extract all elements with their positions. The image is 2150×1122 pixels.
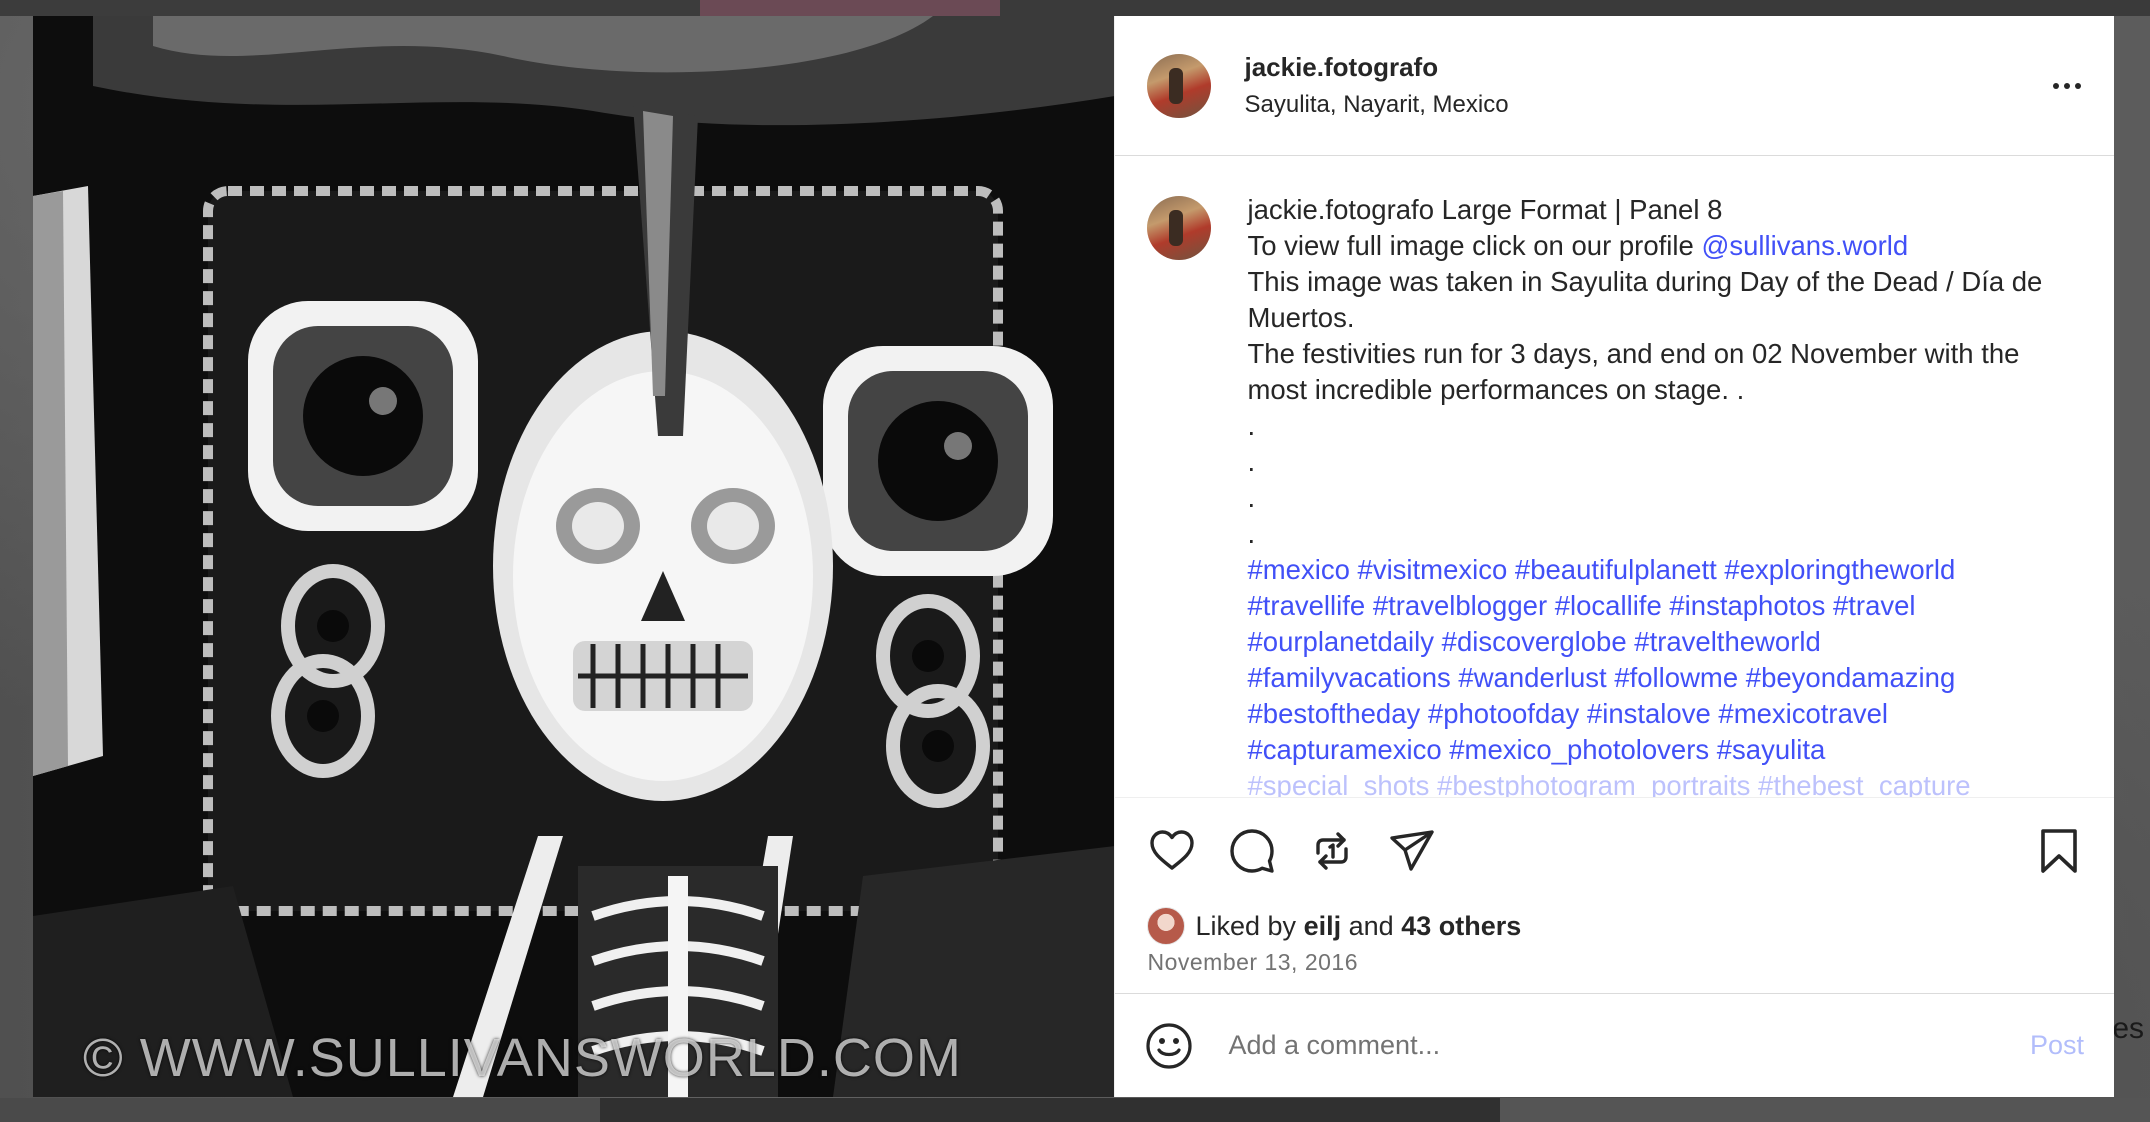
liker-avatar[interactable] bbox=[1147, 907, 1186, 945]
likes-others-link[interactable]: 43 others bbox=[1401, 911, 1521, 942]
caption-line-festivities: The festivities run for 3 days, and end … bbox=[1247, 338, 2020, 405]
likes-summary: Liked by eilj and 43 others bbox=[1115, 903, 2114, 949]
caption-dot: . bbox=[1247, 518, 1256, 549]
comment-input[interactable] bbox=[1226, 1029, 2030, 1062]
caption-line-location: This image was taken in Sayulita during … bbox=[1247, 266, 2043, 333]
post-side-panel: jackie.fotografo Sayulita, Nayarit, Mexi… bbox=[1114, 16, 2114, 1097]
hashtag-line[interactable]: #travellife #travelblogger #locallife #i… bbox=[1247, 588, 2047, 624]
post-location[interactable]: Sayulita, Nayarit, Mexico bbox=[1244, 91, 2042, 119]
caption-dot: . bbox=[1247, 482, 1256, 513]
mention-link[interactable]: @sullivans.world bbox=[1701, 230, 1908, 261]
heart-icon bbox=[1150, 829, 1195, 870]
likes-prefix: Liked by bbox=[1195, 910, 1297, 941]
repost-icon bbox=[1316, 831, 1349, 870]
post-caption: jackie.fotografo Large Format | Panel 8 … bbox=[1247, 192, 2047, 797]
photo-watermark: © WWW.SULLIVANSWORLD.COM bbox=[83, 1028, 962, 1088]
comment-button[interactable] bbox=[1227, 826, 1277, 876]
post-date[interactable]: November 13, 2016 bbox=[1115, 949, 2114, 993]
caption-author-avatar[interactable] bbox=[1147, 196, 1212, 260]
action-bar bbox=[1115, 798, 2114, 903]
author-username[interactable]: jackie.fotografo bbox=[1244, 52, 2042, 83]
hashtag-line[interactable]: #capturamexico #mexico_photolovers #sayu… bbox=[1247, 732, 2047, 768]
more-options-icon[interactable] bbox=[2042, 66, 2092, 106]
liker-username[interactable]: eilj bbox=[1304, 911, 1342, 942]
author-info: jackie.fotografo Sayulita, Nayarit, Mexi… bbox=[1244, 52, 2042, 119]
caption-dot: . bbox=[1247, 410, 1256, 441]
repost-button[interactable] bbox=[1307, 826, 1357, 876]
hashtag-line[interactable]: #bestoftheday #photoofday #instalove #me… bbox=[1247, 696, 2047, 732]
add-comment-row: Post bbox=[1115, 993, 2114, 1097]
caption-title-line: jackie.fotografo Large Format | Panel 8 bbox=[1247, 192, 2047, 228]
caption-profile-line: To view full image click on our profile … bbox=[1247, 228, 2047, 264]
caption-profile-text: To view full image click on our profile bbox=[1247, 230, 1694, 261]
bookmark-icon bbox=[2041, 828, 2077, 873]
post-comment-button[interactable]: Post bbox=[2030, 1030, 2084, 1061]
caption-dot: . bbox=[1247, 446, 1256, 477]
hashtag-line[interactable]: #ourplanetdaily #discoverglobe #travelth… bbox=[1247, 624, 2047, 660]
hashtag-line[interactable]: #special_shots #bestphotogram_portraits … bbox=[1247, 768, 2047, 797]
background-grid-top bbox=[0, 0, 2150, 16]
share-icon bbox=[1390, 829, 1435, 871]
skull-artwork-image bbox=[33, 16, 1115, 1097]
post-modal: © WWW.SULLIVANSWORLD.COM jackie.fotograf… bbox=[33, 16, 2114, 1097]
background-side-text: es bbox=[2112, 1012, 2144, 1045]
comment-icon bbox=[1230, 828, 1275, 873]
post-photo[interactable]: © WWW.SULLIVANSWORLD.COM bbox=[33, 16, 1115, 1097]
hashtag-line[interactable]: #mexico #visitmexico #beautifulplanett #… bbox=[1247, 552, 2047, 588]
caption-username[interactable]: jackie.fotografo bbox=[1247, 194, 1434, 225]
like-button[interactable] bbox=[1147, 826, 1197, 876]
hashtag-line[interactable]: #familyvacations #wanderlust #followme #… bbox=[1247, 660, 2047, 696]
emoji-icon[interactable] bbox=[1145, 1022, 1193, 1070]
caption-title: Large Format | Panel 8 bbox=[1441, 194, 1723, 225]
author-avatar[interactable] bbox=[1147, 53, 1212, 118]
likes-conjunction: and bbox=[1348, 910, 1394, 941]
save-button[interactable] bbox=[2034, 826, 2084, 876]
post-header: jackie.fotografo Sayulita, Nayarit, Mexi… bbox=[1115, 16, 2114, 156]
caption-scroll-area[interactable]: jackie.fotografo Large Format | Panel 8 … bbox=[1115, 156, 2114, 798]
background-grid-bottom bbox=[0, 1098, 2150, 1122]
share-button[interactable] bbox=[1387, 826, 1437, 876]
